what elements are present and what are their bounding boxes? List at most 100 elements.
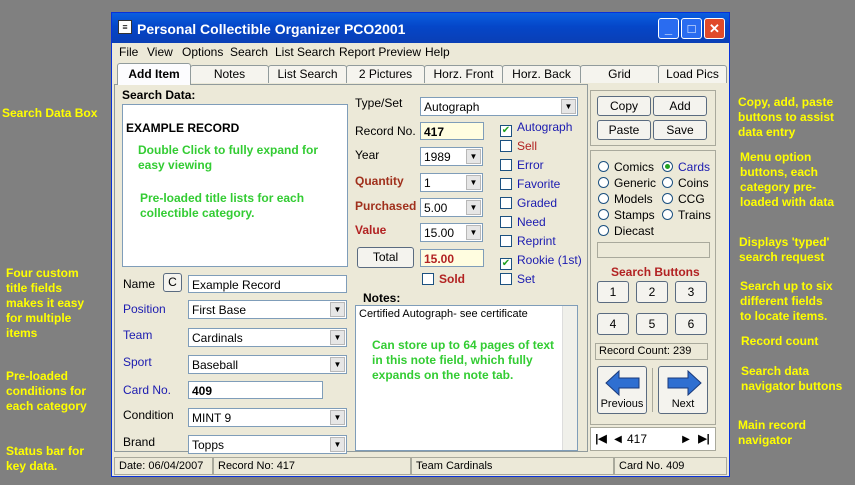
purchased-dropdown[interactable]: 5.00 ▼	[420, 198, 483, 217]
checkmark-icon[interactable]: ✔	[500, 125, 512, 137]
radio-dot[interactable]	[662, 209, 673, 220]
checkbox-favorite[interactable]: Favorite	[500, 177, 560, 191]
category-radio-stamps[interactable]: Stamps	[598, 208, 655, 222]
total-button[interactable]: Total	[357, 247, 414, 268]
next-button[interactable]: Next	[658, 366, 708, 414]
tab-list-search[interactable]: List Search	[268, 65, 347, 83]
year-dropdown[interactable]: 1989 ▼	[420, 147, 483, 166]
notes-scrollbar[interactable]	[562, 306, 577, 450]
previous-button[interactable]: Previous	[597, 366, 647, 414]
checkbox-box[interactable]	[422, 273, 434, 285]
add-button[interactable]: Add	[653, 96, 707, 116]
menu-report-preview[interactable]: Report Preview	[339, 45, 421, 59]
card-no-field[interactable]: 409	[188, 381, 323, 399]
chevron-down-icon[interactable]: ▼	[330, 357, 345, 372]
search-button-2[interactable]: 2	[636, 281, 668, 303]
position-dropdown[interactable]: First Base ▼	[188, 300, 347, 319]
category-radio-generic[interactable]: Generic	[598, 176, 656, 190]
chevron-down-icon[interactable]: ▼	[330, 410, 345, 425]
checkbox-error[interactable]: Error	[500, 158, 544, 172]
type-set-dropdown[interactable]: Autograph ▼	[420, 97, 578, 116]
checkbox-box[interactable]	[500, 216, 512, 228]
menu-view[interactable]: View	[147, 45, 173, 59]
checkbox-reprint[interactable]: Reprint	[500, 234, 556, 248]
checkbox-rookie-1st[interactable]: ✔ Rookie (1st)	[500, 253, 582, 270]
sport-dropdown[interactable]: Baseball ▼	[188, 355, 347, 374]
category-radio-comics[interactable]: Comics	[598, 160, 654, 174]
menu-options[interactable]: Options	[182, 45, 223, 59]
tab-load-pics[interactable]: Load Pics	[658, 65, 727, 83]
checkbox-box[interactable]	[500, 178, 512, 190]
search-button-6[interactable]: 6	[675, 313, 707, 335]
chevron-down-icon[interactable]: ▼	[466, 225, 481, 240]
brand-dropdown[interactable]: Topps ▼	[188, 435, 347, 454]
checkbox-box[interactable]	[500, 140, 512, 152]
menu-help[interactable]: Help	[425, 45, 450, 59]
last-record-icon[interactable]: ▶|	[695, 431, 713, 448]
search-button-3[interactable]: 3	[675, 281, 707, 303]
search-button-4[interactable]: 4	[597, 313, 629, 335]
tab-horz-front[interactable]: Horz. Front	[424, 65, 503, 83]
radio-dot[interactable]	[598, 177, 609, 188]
checkbox-sell[interactable]: Sell	[500, 139, 537, 153]
copy-button[interactable]: Copy	[597, 96, 651, 116]
team-dropdown[interactable]: Cardinals ▼	[188, 328, 347, 347]
chevron-down-icon[interactable]: ▼	[466, 175, 481, 190]
chevron-down-icon[interactable]: ▼	[330, 437, 345, 452]
checkbox-box[interactable]	[500, 159, 512, 171]
checkmark-icon[interactable]: ✔	[500, 258, 512, 270]
document-icon[interactable]: ≡	[118, 20, 132, 34]
total-field[interactable]: 15.00	[420, 249, 484, 267]
tab-grid[interactable]: Grid	[580, 65, 659, 83]
tab-notes[interactable]: Notes	[190, 65, 269, 83]
radio-dot[interactable]	[598, 225, 609, 236]
checkbox-box[interactable]	[500, 273, 512, 285]
checkbox-graded[interactable]: Graded	[500, 196, 557, 210]
search-data-box[interactable]: EXAMPLE RECORD Double Click to fully exp…	[122, 104, 348, 267]
close-button[interactable]: ✕	[704, 18, 725, 39]
menu-list-search[interactable]: List Search	[275, 45, 335, 59]
search-button-5[interactable]: 5	[636, 313, 668, 335]
name-field[interactable]: Example Record	[188, 275, 347, 293]
name-clear-button[interactable]: C	[163, 273, 182, 292]
checkbox-set[interactable]: Set	[500, 272, 535, 286]
save-button[interactable]: Save	[653, 120, 707, 140]
search-button-1[interactable]: 1	[597, 281, 629, 303]
tab-horz-back[interactable]: Horz. Back	[502, 65, 581, 83]
title-bar[interactable]: ≡ Personal Collectible Organizer PCO2001…	[112, 13, 729, 43]
radio-dot[interactable]	[598, 193, 609, 204]
quantity-dropdown[interactable]: 1 ▼	[420, 173, 483, 192]
checkbox-autograph[interactable]: ✔ Autograph	[500, 120, 572, 137]
chevron-down-icon[interactable]: ▼	[466, 149, 481, 164]
chevron-down-icon[interactable]: ▼	[466, 200, 481, 215]
chevron-down-icon[interactable]: ▼	[330, 302, 345, 317]
category-radio-trains[interactable]: Trains	[662, 208, 711, 222]
tab-2-pictures[interactable]: 2 Pictures	[346, 65, 425, 83]
radio-dot[interactable]	[598, 209, 609, 220]
paste-button[interactable]: Paste	[597, 120, 651, 140]
record-navigator-field[interactable]: 417	[627, 431, 677, 448]
minimize-button[interactable]: _	[658, 18, 679, 39]
first-record-icon[interactable]: |◀	[593, 431, 609, 448]
checkbox-box[interactable]	[500, 197, 512, 209]
sold-checkbox[interactable]: Sold	[422, 272, 465, 286]
radio-dot[interactable]	[662, 177, 673, 188]
condition-dropdown[interactable]: MINT 9 ▼	[188, 408, 347, 427]
previous-record-icon[interactable]: ◀	[611, 431, 625, 448]
value-dropdown[interactable]: 15.00 ▼	[420, 223, 483, 242]
category-radio-ccg[interactable]: CCG	[662, 192, 705, 206]
category-radio-coins[interactable]: Coins	[662, 176, 709, 190]
category-radio-cards[interactable]: Cards	[662, 160, 710, 174]
next-record-icon[interactable]: ▶	[679, 431, 693, 448]
chevron-down-icon[interactable]: ▼	[561, 99, 576, 114]
checkbox-box[interactable]	[500, 235, 512, 247]
checkbox-need[interactable]: Need	[500, 215, 546, 229]
radio-dot[interactable]	[662, 161, 673, 172]
menu-search[interactable]: Search	[230, 45, 268, 59]
category-radio-models[interactable]: Models	[598, 192, 653, 206]
chevron-down-icon[interactable]: ▼	[330, 330, 345, 345]
tab-add-item[interactable]: Add Item	[117, 63, 191, 85]
radio-dot[interactable]	[598, 161, 609, 172]
radio-dot[interactable]	[662, 193, 673, 204]
menu-file[interactable]: File	[119, 45, 138, 59]
